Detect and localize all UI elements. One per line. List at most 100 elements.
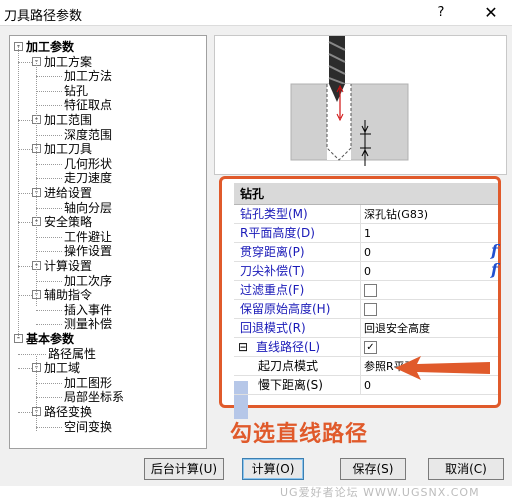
tree-connector: [36, 105, 62, 107]
tree-item[interactable]: 基本参数: [26, 332, 74, 346]
property-row[interactable]: 保留原始高度(H): [234, 300, 498, 319]
tree-item[interactable]: 局部坐标系: [64, 390, 124, 404]
function-icon[interactable]: f: [491, 260, 498, 279]
tree-item[interactable]: 加工方法: [64, 69, 112, 83]
property-label: 直线路径(L): [234, 338, 361, 357]
grid-section-header: 钻孔: [234, 183, 498, 205]
property-label: 刀尖补偿(T): [234, 262, 361, 281]
tree-item[interactable]: 插入事件: [64, 303, 112, 317]
tree-item[interactable]: 路径变换: [44, 405, 92, 419]
tree-item[interactable]: 加工方案: [44, 55, 92, 69]
property-checkbox[interactable]: [364, 303, 377, 316]
property-label: 保留原始高度(H): [234, 300, 361, 319]
drill-illustration: [290, 36, 409, 166]
function-icon[interactable]: f: [491, 241, 498, 260]
tree-connector: [18, 368, 32, 370]
save-button[interactable]: 保存(S): [340, 458, 406, 480]
tree-item[interactable]: 加工次序: [64, 274, 112, 288]
tree-connector: [36, 163, 62, 165]
tree-item[interactable]: 测量补偿: [64, 317, 112, 331]
tree-connector: [36, 236, 62, 238]
tree-item[interactable]: 几何形状: [64, 157, 112, 171]
tree-connector: [18, 295, 32, 297]
tree-connector: [36, 76, 62, 78]
tree-item[interactable]: 走刀速度: [64, 171, 112, 185]
tree-item[interactable]: 加工图形: [64, 376, 112, 390]
tree-item-label: 路径属性: [48, 346, 97, 361]
property-checkbox[interactable]: [364, 284, 377, 297]
tree-item[interactable]: 加工刀具: [44, 142, 92, 156]
tree-item[interactable]: 加工域: [44, 361, 80, 375]
tree-connector: [36, 134, 62, 136]
tree-item[interactable]: 钻孔: [64, 84, 88, 98]
tree-item[interactable]: 深度范围: [64, 128, 112, 142]
tree-item-label: 深度范围: [64, 127, 113, 142]
property-row[interactable]: 贯穿距离(P) 0 f: [234, 241, 498, 262]
tree-item-label: 加工图形: [64, 375, 113, 390]
tree-item[interactable]: 安全策略: [44, 215, 92, 229]
property-row[interactable]: 过滤重点(F): [234, 281, 498, 300]
watermark: UG爱好者论坛 WWW.UGSNX.COM: [280, 486, 480, 499]
tree-item-label: 局部坐标系: [64, 390, 125, 405]
property-label: 慢下距离(S): [234, 376, 361, 395]
parameter-tree[interactable]: - 加工参数 - 加工方案 加工方法 钻孔 特征取点 - 加工范围 深度范围 - 加工刀具 几何形状 走刀…: [9, 35, 207, 449]
property-value[interactable]: 1: [364, 224, 494, 243]
tree-item-label: 加工方案: [44, 54, 93, 69]
tree-item[interactable]: 加工参数: [26, 40, 74, 54]
close-button[interactable]: ✕: [480, 3, 502, 23]
tree-connector: [36, 356, 37, 431]
tree-item-label: 走刀速度: [64, 171, 113, 186]
background-calc-button[interactable]: 后台计算(U): [144, 458, 224, 480]
window-title: 刀具路径参数: [4, 9, 83, 24]
property-label: R平面高度(D): [234, 224, 361, 243]
property-row[interactable]: R平面高度(D) 1: [234, 224, 498, 243]
tree-item-label: 加工刀具: [44, 142, 93, 157]
tree-item-label: 辅助指令: [44, 288, 93, 303]
tree-item-label: 路径变换: [44, 405, 93, 419]
property-row[interactable]: 直线路径(L) ⊟ ✓: [234, 338, 498, 357]
property-row[interactable]: 钻孔类型(M) 深孔钻(G83): [234, 205, 498, 224]
tree-item-label: 工件避让: [64, 229, 113, 244]
tree-connector: [18, 120, 32, 121]
tree-item-label: 安全策略: [44, 215, 93, 230]
tree-item-label: 操作设置: [64, 244, 113, 259]
tree-item[interactable]: 进给设置: [44, 186, 92, 200]
property-row[interactable]: 刀尖补偿(T) 0 f: [234, 260, 498, 281]
dialog-body: - 加工参数 - 加工方案 加工方法 钻孔 特征取点 - 加工范围 深度范围 - 加工刀具 几何形状 走刀…: [0, 26, 512, 499]
tree-connector: [36, 382, 62, 384]
help-button[interactable]: ?: [430, 4, 452, 22]
tree-connector: [36, 251, 62, 253]
tree-item-label: 插入事件: [64, 302, 113, 317]
tree-item-label: 钻孔: [64, 83, 89, 98]
tree-item[interactable]: 轴向分层: [64, 201, 112, 215]
property-value[interactable]: 0: [364, 262, 494, 281]
tree-item[interactable]: 工件避让: [64, 230, 112, 244]
tree-connector: [36, 280, 62, 282]
tree-item-label: 计算设置: [44, 259, 93, 273]
property-value[interactable]: 深孔钻(G83): [364, 205, 494, 224]
group-expander-icon[interactable]: ⊟: [238, 340, 248, 355]
tree-connector: [36, 60, 37, 306]
cancel-button[interactable]: 取消(C): [428, 458, 504, 480]
property-checkbox[interactable]: ✓: [364, 341, 377, 354]
tree-item[interactable]: 操作设置: [64, 244, 112, 258]
tree-item-label: 加工范围: [44, 113, 93, 127]
tree-item[interactable]: 空间变换: [64, 420, 112, 434]
property-row[interactable]: 回退模式(R) 回退安全高度: [234, 319, 498, 338]
tree-connector: [36, 207, 62, 209]
tree-item[interactable]: 特征取点: [64, 98, 112, 112]
tree-item[interactable]: 计算设置: [44, 259, 92, 273]
calc-button[interactable]: 计算(O): [242, 458, 304, 480]
tree-connector: [36, 309, 62, 311]
tree-item-label: 加工域: [44, 361, 81, 376]
tree-connector: [36, 397, 62, 399]
tree-item-label: 几何形状: [64, 156, 113, 171]
tree-connector: [18, 412, 32, 413]
property-value[interactable]: 0: [364, 243, 494, 262]
tree-item[interactable]: 辅助指令: [44, 288, 92, 302]
property-value[interactable]: 回退安全高度: [364, 319, 494, 338]
property-label: 回退模式(R): [234, 319, 361, 338]
tree-connector: [18, 61, 32, 63]
tree-item[interactable]: 路径属性: [48, 347, 96, 361]
tree-item[interactable]: 加工范围: [44, 113, 92, 127]
